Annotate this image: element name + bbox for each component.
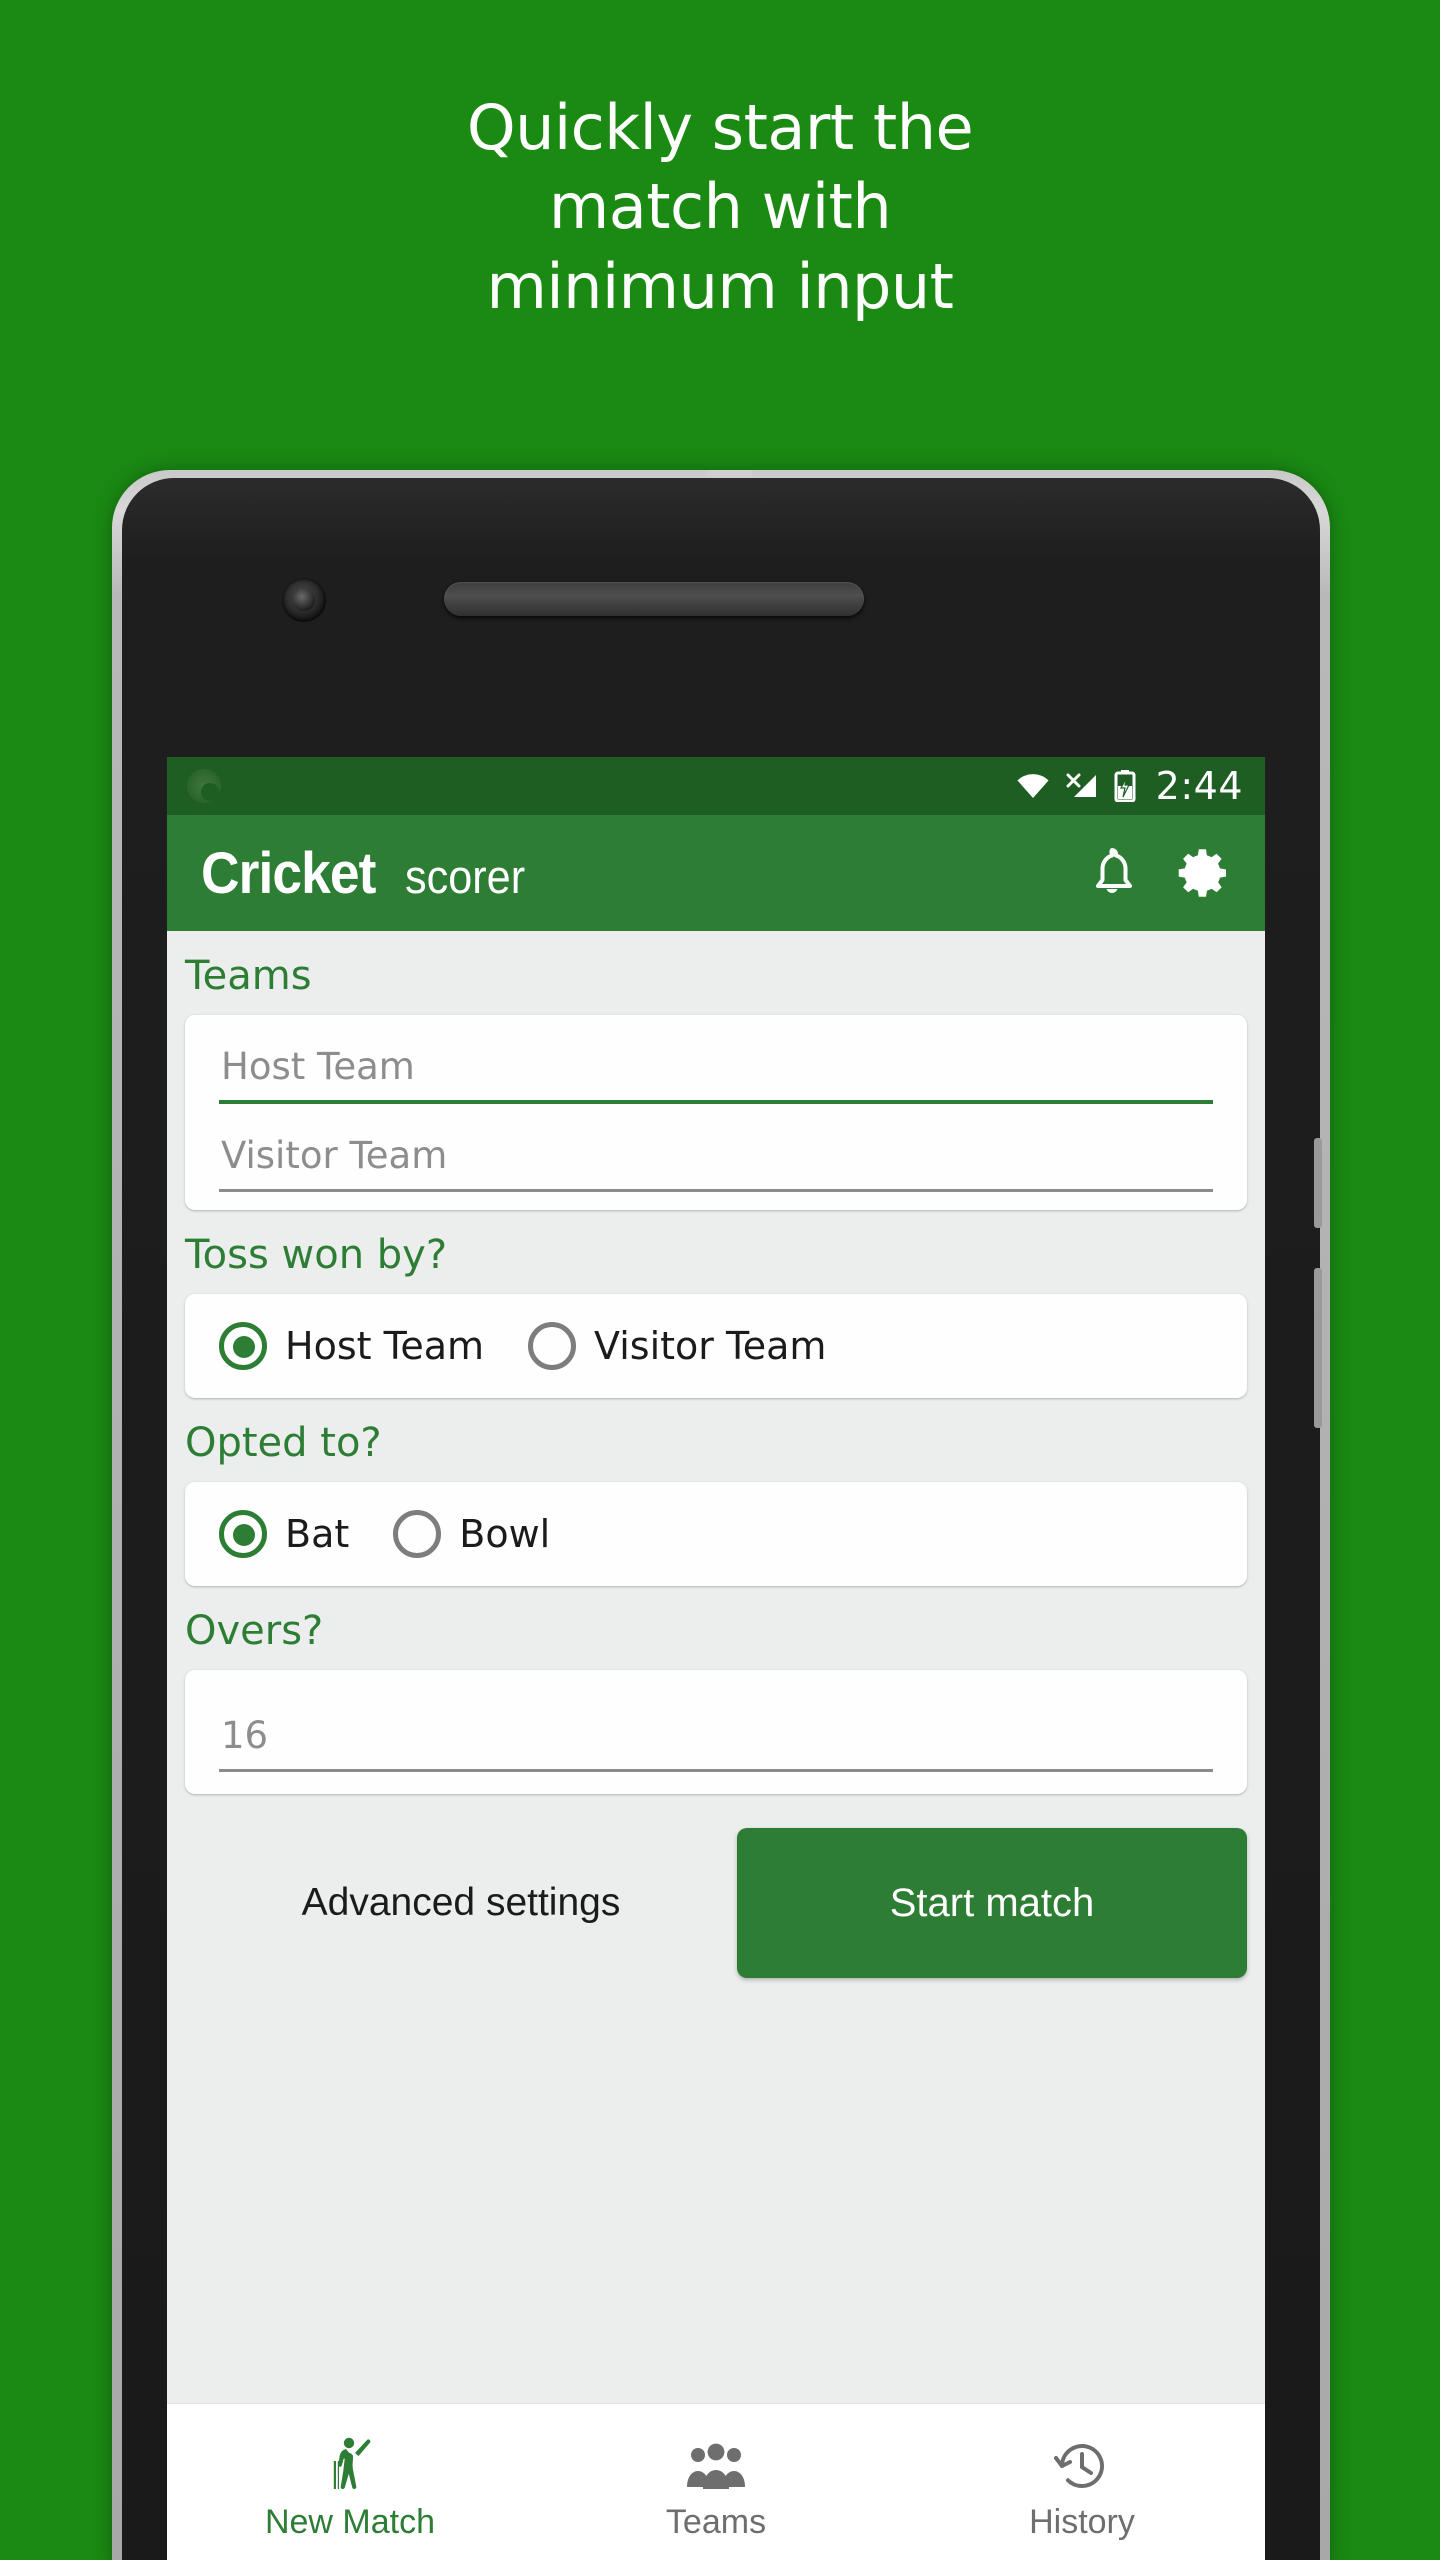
opted-option-bowl-label: Bowl xyxy=(459,1512,551,1556)
opted-radio-group: Bat Bowl xyxy=(185,1482,1247,1586)
promo-headline: Quickly start the match with minimum inp… xyxy=(0,88,1440,326)
overs-card: 16 xyxy=(185,1670,1247,1794)
clock-history-icon xyxy=(1053,2433,1111,2495)
overs-section-label: Overs? xyxy=(185,1608,324,1654)
cricket-batsman-icon xyxy=(319,2433,381,2495)
nav-item-history-label: History xyxy=(1029,2502,1135,2541)
nav-item-teams[interactable]: Teams xyxy=(533,2404,899,2560)
gear-icon[interactable] xyxy=(1171,840,1237,906)
promo-headline-line-3: minimum input xyxy=(486,249,954,323)
teams-card: Host Team Visitor Team xyxy=(185,1015,1247,1210)
battery-charging-icon xyxy=(1114,770,1136,802)
earpiece-speaker xyxy=(444,582,864,616)
power-button[interactable] xyxy=(1314,1138,1322,1228)
status-bar: 2:44 xyxy=(167,757,1265,815)
host-team-input[interactable]: Host Team xyxy=(219,1015,1213,1100)
visitor-team-input[interactable]: Visitor Team xyxy=(219,1104,1213,1189)
overs-input[interactable]: 16 xyxy=(219,1684,1213,1769)
status-bar-clock: 2:44 xyxy=(1155,764,1243,808)
phone-mockup: 2:44 Cricket scorer Teams Host Team Visi… xyxy=(112,470,1330,2560)
people-group-icon xyxy=(685,2433,747,2495)
toss-card: Host Team Visitor Team xyxy=(185,1294,1247,1398)
match-setup-form: Teams Host Team Visitor Team Toss won by… xyxy=(167,931,1265,2403)
toss-section-label: Toss won by? xyxy=(185,1232,448,1278)
phone-screen: 2:44 Cricket scorer Teams Host Team Visi… xyxy=(167,757,1265,2560)
promo-headline-line-2: match with xyxy=(548,170,892,244)
opted-section-label: Opted to? xyxy=(185,1420,382,1466)
toss-radio-group: Host Team Visitor Team xyxy=(185,1294,1247,1398)
nav-item-new-match-label: New Match xyxy=(264,2502,436,2541)
status-bar-right: 2:44 xyxy=(1016,764,1243,808)
radio-unselected-icon[interactable] xyxy=(528,1322,577,1370)
cellular-no-signal-icon xyxy=(1066,772,1098,800)
nav-item-new-match[interactable]: New Match xyxy=(167,2404,533,2560)
app-title-bold: Cricket xyxy=(201,840,376,906)
volume-button[interactable] xyxy=(1314,1268,1322,1428)
overs-field[interactable]: 16 xyxy=(185,1684,1247,1772)
advanced-settings-button[interactable]: Advanced settings xyxy=(185,1881,737,1925)
visitor-team-field[interactable]: Visitor Team xyxy=(185,1104,1247,1192)
opted-option-bat-label: Bat xyxy=(285,1512,350,1556)
promo-headline-line-1: Quickly start the xyxy=(466,91,974,164)
opted-option-bowl[interactable]: Bowl xyxy=(393,1510,550,1558)
bottom-navigation: New Match Teams History xyxy=(167,2403,1265,2560)
app-title-light: scorer xyxy=(404,849,525,903)
nav-item-teams-label: Teams xyxy=(665,2502,767,2541)
wifi-icon xyxy=(1016,773,1050,799)
opted-option-bat[interactable]: Bat xyxy=(219,1510,349,1558)
radio-unselected-icon[interactable] xyxy=(393,1510,442,1558)
radio-selected-icon[interactable] xyxy=(219,1510,267,1558)
radio-selected-icon[interactable] xyxy=(219,1322,267,1370)
status-bar-left xyxy=(187,769,221,803)
start-match-button[interactable]: Start match xyxy=(737,1828,1247,1978)
toss-option-host[interactable]: Host Team xyxy=(219,1322,484,1370)
front-camera-icon xyxy=(282,578,326,622)
app-bar: Cricket scorer xyxy=(167,815,1265,931)
toss-option-visitor-label: Visitor Team xyxy=(594,1324,827,1368)
host-team-field[interactable]: Host Team xyxy=(185,1015,1247,1104)
toss-option-visitor[interactable]: Visitor Team xyxy=(528,1322,826,1370)
opted-card: Bat Bowl xyxy=(185,1482,1247,1586)
form-actions: Advanced settings Start match xyxy=(167,1794,1265,1978)
bell-icon[interactable] xyxy=(1079,840,1145,906)
app-title: Cricket scorer xyxy=(201,840,535,907)
nav-item-history[interactable]: History xyxy=(899,2404,1265,2560)
cricket-ball-icon xyxy=(187,769,221,803)
teams-section-label: Teams xyxy=(185,953,312,999)
toss-option-host-label: Host Team xyxy=(285,1324,485,1368)
